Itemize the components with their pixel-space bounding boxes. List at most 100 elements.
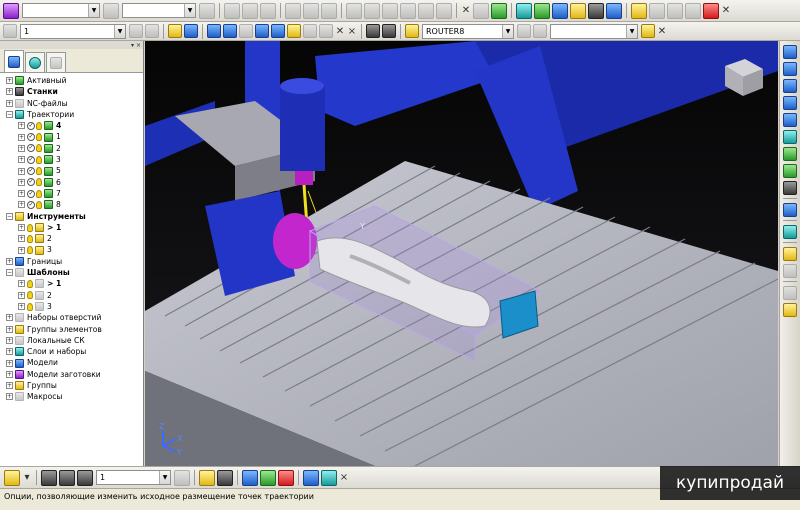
tree-item[interactable]: + ✓ 1 (0, 131, 143, 142)
tree-expander[interactable]: + (6, 393, 13, 401)
reset-icon[interactable] (224, 2, 240, 19)
tree-item[interactable]: + ✓ 7 (0, 188, 143, 199)
tree-item[interactable]: − Шаблоны (0, 267, 143, 278)
remove-segment-icon[interactable] (278, 469, 294, 486)
check-icon[interactable]: ✓ (27, 144, 35, 153)
material-icon[interactable] (783, 246, 797, 261)
tree-expander[interactable]: + (6, 99, 13, 107)
lightbulb-icon[interactable] (36, 155, 42, 164)
block-icon[interactable] (260, 2, 276, 19)
tree-expander[interactable]: + (6, 314, 13, 322)
machine-tool-icon[interactable] (366, 24, 380, 38)
tree-expander[interactable]: + (6, 325, 13, 333)
tree-item[interactable]: + Наборы отверстий (0, 312, 143, 323)
view-iso-icon[interactable] (783, 95, 797, 110)
tool-edit2-icon[interactable] (199, 469, 215, 486)
tab-clipboard[interactable] (46, 52, 66, 72)
magnet-icon[interactable] (783, 302, 797, 317)
close-icon[interactable]: ✕ (720, 5, 732, 16)
ruler-icon[interactable] (103, 2, 119, 19)
copy-icon[interactable] (303, 2, 319, 19)
tree-expander[interactable]: + (6, 257, 13, 265)
plain-shade-icon[interactable] (588, 2, 604, 19)
tree-expander[interactable]: + (6, 359, 13, 367)
lightbulb-icon[interactable] (36, 167, 42, 176)
shade-icon[interactable] (285, 2, 301, 19)
machine-table-icon[interactable] (533, 24, 547, 38)
tool-cutter-icon[interactable] (631, 2, 647, 19)
shaded-stock-icon[interactable] (516, 2, 532, 19)
lightbulb-icon[interactable] (36, 121, 42, 130)
stock-icon[interactable] (400, 2, 416, 19)
tree-expander[interactable]: − (6, 269, 13, 277)
tree-expander[interactable]: + (6, 348, 13, 356)
tool-holder-icon[interactable] (199, 2, 215, 19)
tree-item[interactable]: + Модели (0, 357, 143, 368)
render-icon[interactable] (783, 224, 797, 239)
tree-expander[interactable]: + (18, 280, 25, 288)
check-icon[interactable]: ✓ (27, 178, 35, 187)
lightbulb-icon[interactable] (36, 200, 42, 209)
machine-combo[interactable]: ROUTER8 ▼ (422, 23, 514, 39)
tree-item[interactable]: + Локальные СК (0, 335, 143, 346)
tool-grid-icon[interactable] (41, 469, 57, 486)
layer-edit-icon[interactable] (145, 24, 159, 38)
close-icon[interactable]: × (338, 472, 350, 483)
machine-settings-icon[interactable] (517, 24, 531, 38)
stop-icon[interactable] (703, 2, 719, 19)
tree-item[interactable]: − Инструменты (0, 211, 143, 222)
lightbulb-icon[interactable] (27, 234, 33, 243)
glass-icon[interactable] (606, 2, 622, 19)
tree-item[interactable]: + Границы (0, 256, 143, 267)
toolbar-combo-1[interactable]: ▼ (22, 3, 100, 18)
reorder-icon[interactable] (260, 469, 276, 486)
camera-icon[interactable] (649, 2, 665, 19)
arrow-right-icon[interactable] (319, 24, 333, 38)
rainbow-icon[interactable] (534, 2, 550, 19)
tree-item[interactable]: + ✓ 6 (0, 177, 143, 188)
tree-expander[interactable]: + (18, 167, 25, 175)
tab-globe[interactable] (25, 52, 45, 72)
delete-icon[interactable]: ✕ (334, 26, 346, 37)
close-icon[interactable]: ✕ (460, 5, 472, 16)
tree-expander[interactable]: + (18, 178, 25, 186)
tree-expander[interactable]: + (18, 291, 25, 299)
tree-expander[interactable]: + (18, 235, 25, 243)
workplane-tool-icon[interactable] (3, 24, 17, 38)
check-icon[interactable]: ✓ (27, 200, 35, 209)
tree-item[interactable]: + > 1 (0, 222, 143, 233)
lightbulb-icon[interactable] (27, 246, 33, 255)
align-icon[interactable] (242, 2, 258, 19)
lightbulb-icon[interactable] (27, 223, 33, 232)
check-icon[interactable]: ✓ (27, 121, 35, 130)
tree-expander[interactable]: + (18, 122, 25, 130)
tree-item[interactable]: + Группы (0, 380, 143, 391)
lightbulb-icon[interactable] (36, 133, 42, 142)
open-folder-icon[interactable] (168, 24, 182, 38)
tree-item[interactable]: + > 1 (0, 278, 143, 289)
check-icon[interactable]: ✓ (27, 133, 35, 142)
tree-item[interactable]: + ✓ 2 (0, 143, 143, 154)
check-icon[interactable]: ✓ (27, 167, 35, 176)
tree-expander[interactable]: + (18, 156, 25, 164)
select-icon[interactable] (783, 285, 797, 300)
tree-expander[interactable]: + (6, 336, 13, 344)
level-combo[interactable]: 1 ▼ (20, 23, 126, 39)
bottom-level-combo[interactable]: 1 ▼ (96, 470, 171, 485)
tree-expander[interactable]: + (18, 144, 25, 152)
cut-direction-icon[interactable] (552, 2, 568, 19)
tool-grid2-icon[interactable] (59, 469, 75, 486)
shaded-view-icon[interactable] (783, 202, 797, 217)
refresh-icon[interactable] (783, 146, 797, 161)
radiation-icon[interactable] (783, 180, 797, 195)
save-project-icon[interactable] (184, 24, 198, 38)
check-icon[interactable]: ✓ (27, 155, 35, 164)
transparency-icon[interactable] (346, 2, 362, 19)
transform-icon[interactable] (255, 24, 269, 38)
tree-item[interactable]: + ✓ 4 (0, 120, 143, 131)
machine-option-combo[interactable]: ▼ (550, 23, 638, 39)
toolpath-strategy-icon[interactable] (3, 2, 19, 19)
tree-expander[interactable]: + (6, 370, 13, 378)
lightbulb-icon[interactable] (27, 279, 33, 288)
pen-icon[interactable] (303, 469, 319, 486)
